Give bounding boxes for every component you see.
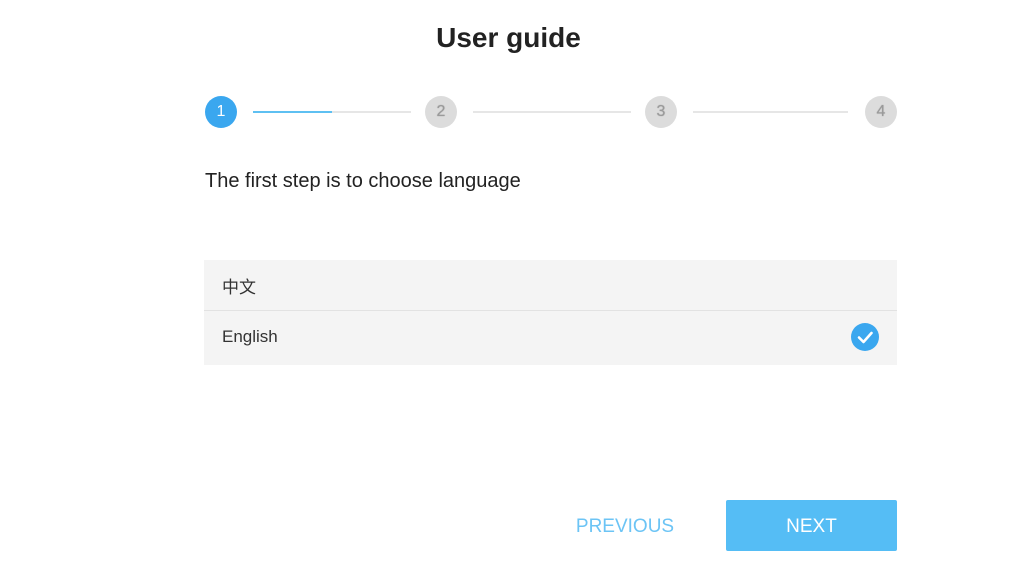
page-title: User guide bbox=[436, 22, 581, 53]
language-option-label: 中文 bbox=[222, 277, 256, 297]
previous-button[interactable]: PREVIOUS bbox=[560, 503, 690, 549]
user-guide-page: User guide 1 2 3 4 The first step is to … bbox=[0, 0, 1017, 568]
step-3-label: 3 bbox=[656, 103, 666, 120]
step-instruction: The first step is to choose language bbox=[205, 170, 521, 192]
check-circle-icon bbox=[851, 322, 879, 351]
step-4: 4 bbox=[865, 96, 897, 128]
step-connector-1 bbox=[253, 111, 411, 113]
step-1: 1 bbox=[205, 96, 237, 128]
next-button[interactable]: NEXT bbox=[726, 500, 897, 551]
step-1-label: 1 bbox=[216, 103, 226, 120]
step-connector-2 bbox=[473, 111, 631, 113]
step-2: 2 bbox=[425, 96, 457, 128]
stepper: 1 2 3 4 bbox=[205, 96, 897, 128]
language-list: 中文 English bbox=[204, 260, 897, 365]
language-option-english[interactable]: English bbox=[204, 311, 897, 362]
step-2-label: 2 bbox=[436, 103, 446, 120]
language-option-label: English bbox=[222, 326, 278, 346]
step-connector-3 bbox=[693, 111, 848, 113]
step-4-label: 4 bbox=[876, 103, 886, 120]
language-option-chinese[interactable]: 中文 bbox=[204, 260, 897, 311]
step-3: 3 bbox=[645, 96, 677, 128]
step-connector-1-progress bbox=[253, 111, 332, 113]
